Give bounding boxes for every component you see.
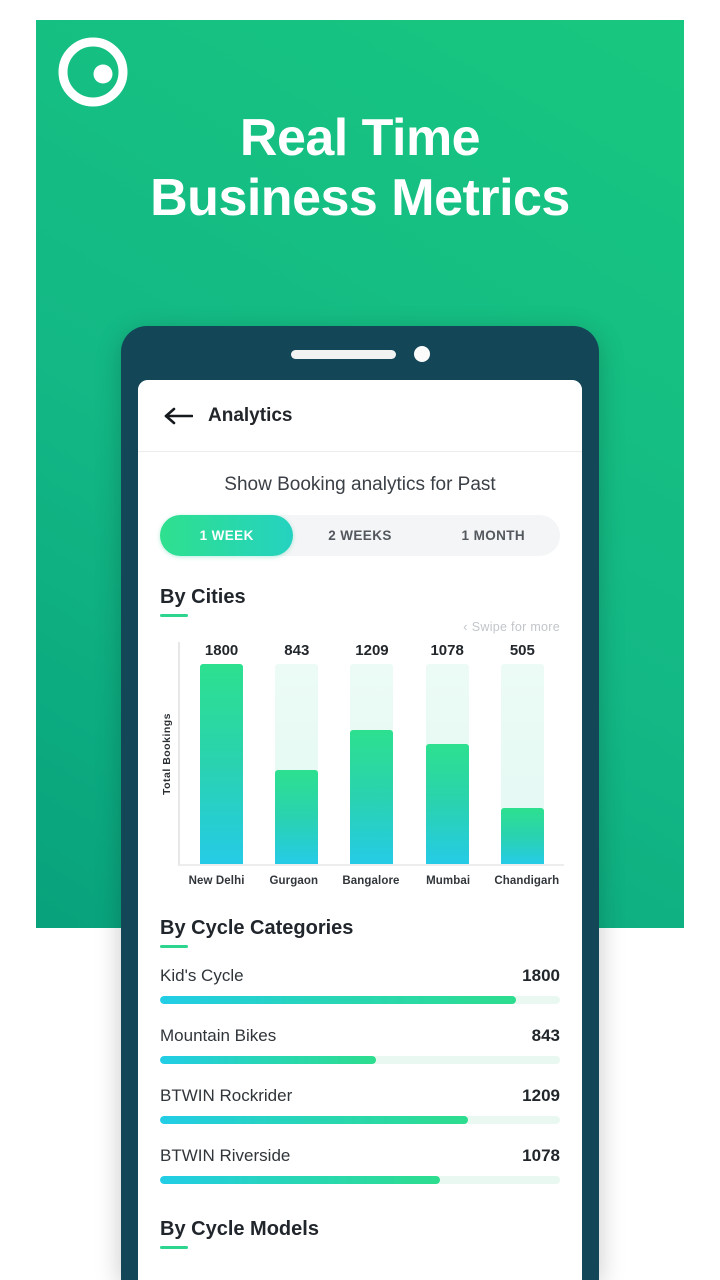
bar-track xyxy=(350,664,394,864)
section-title: By Cycle Models xyxy=(160,1218,319,1240)
filter-prompt: Show Booking analytics for Past xyxy=(224,474,496,495)
category-name: Kid's Cycle xyxy=(160,966,244,985)
chevron-left-icon: ‹ xyxy=(463,620,468,634)
phone-mockup: Analytics Show Booking analytics for Pas… xyxy=(121,326,599,1280)
swipe-hint-label: Swipe for more xyxy=(471,620,560,634)
section-underline xyxy=(160,1246,188,1249)
bar-fill xyxy=(275,770,319,864)
bar-value-label: 843 xyxy=(284,642,310,659)
progress-fill xyxy=(160,1056,376,1064)
tab-2-weeks[interactable]: 2 WEEKS xyxy=(293,515,426,556)
speaker-grill-icon xyxy=(291,350,396,359)
x-axis-tick: Bangalore xyxy=(342,875,400,887)
y-axis-label-text: Total Bookings xyxy=(161,712,173,796)
bar-track xyxy=(200,664,244,864)
list-item[interactable]: BTWIN Riverside 1078 xyxy=(160,1146,560,1184)
section-underline xyxy=(160,614,188,617)
bar-column[interactable]: 843 xyxy=(271,642,323,864)
period-segmented-control[interactable]: 1 WEEK 2 WEEKS 1 MONTH xyxy=(160,515,560,556)
front-camera-icon xyxy=(414,346,430,362)
progress-fill xyxy=(160,1176,440,1184)
tab-1-week[interactable]: 1 WEEK xyxy=(160,515,294,556)
bar-track xyxy=(275,664,319,864)
list-item[interactable]: BTWIN Rockrider 1209 xyxy=(160,1086,560,1124)
category-name: BTWIN Rockrider xyxy=(160,1086,293,1105)
bar-column[interactable]: 1078 xyxy=(421,642,473,864)
progress-fill xyxy=(160,996,516,1004)
section-header-by-cycle-categories: By Cycle Categories xyxy=(160,917,353,948)
section-header-by-cycle-models: By Cycle Models xyxy=(160,1218,319,1249)
cities-bar-chart: Total Bookings 1800 843 1209 1078 505 xyxy=(138,642,582,866)
bar-fill xyxy=(350,729,394,864)
list-item-header: Kid's Cycle 1800 xyxy=(160,966,560,986)
bar-track xyxy=(500,664,544,864)
progress-fill xyxy=(160,1116,468,1124)
filter-block: Show Booking analytics for Past 1 WEEK 2… xyxy=(138,452,582,556)
bar-track xyxy=(425,664,469,864)
bar-fill xyxy=(425,744,469,864)
x-axis-tick: Chandigarh xyxy=(494,875,560,887)
list-item-header: Mountain Bikes 843 xyxy=(160,1026,560,1046)
category-value: 1078 xyxy=(522,1146,560,1165)
app-bar: Analytics xyxy=(138,380,582,452)
list-item[interactable]: Mountain Bikes 843 xyxy=(160,1026,560,1064)
section-title: By Cycle Categories xyxy=(160,917,354,939)
category-name: BTWIN Riverside xyxy=(160,1146,291,1165)
section-underline xyxy=(160,945,188,948)
bar-column[interactable]: 1800 xyxy=(196,642,248,864)
page-title: Analytics xyxy=(208,404,293,426)
phone-screen: Analytics Show Booking analytics for Pas… xyxy=(138,380,582,1280)
y-axis-label: Total Bookings xyxy=(156,642,178,866)
section-header-by-cities: By Cities xyxy=(160,586,246,617)
chart-plot-area: 1800 843 1209 1078 505 xyxy=(178,642,564,866)
list-item-header: BTWIN Rockrider 1209 xyxy=(160,1086,560,1106)
page-title: Real Time Business Metrics xyxy=(36,108,684,228)
list-item[interactable]: Kid's Cycle 1800 xyxy=(160,966,560,1004)
bar-value-label: 1209 xyxy=(355,642,389,659)
bar-fill xyxy=(500,807,544,864)
progress-track xyxy=(160,1056,560,1064)
bar-value-label: 1800 xyxy=(204,642,239,659)
x-axis-tick: Gurgaon xyxy=(269,875,319,887)
swipe-for-more-hint[interactable]: ‹ Swipe for more xyxy=(138,620,560,634)
progress-track xyxy=(160,1116,560,1124)
x-axis-tick: Mumbai xyxy=(426,875,471,887)
x-axis-tick: New Delhi xyxy=(188,875,245,887)
back-arrow-icon[interactable] xyxy=(163,407,194,425)
category-value: 1209 xyxy=(522,1086,560,1105)
progress-track xyxy=(160,1176,560,1184)
circle-dot-logo-icon xyxy=(56,35,130,109)
bar-fill xyxy=(200,664,244,864)
headline-line-1: Real Time xyxy=(239,109,481,167)
category-value: 843 xyxy=(531,1026,560,1045)
progress-track xyxy=(160,996,560,1004)
bar-column[interactable]: 1209 xyxy=(346,642,398,864)
tab-1-month[interactable]: 1 MONTH xyxy=(427,515,560,556)
category-value: 1800 xyxy=(522,966,560,985)
x-axis-labels: New Delhi Gurgaon Bangalore Mumbai Chand… xyxy=(178,875,564,887)
bar-value-label: 1078 xyxy=(430,642,464,659)
list-item-header: BTWIN Riverside 1078 xyxy=(160,1146,560,1166)
bar-column[interactable]: 505 xyxy=(496,642,548,864)
category-list: Kid's Cycle 1800 Mountain Bikes 843 BTWI… xyxy=(138,966,582,1184)
bar-value-label: 505 xyxy=(509,642,535,659)
category-name: Mountain Bikes xyxy=(160,1026,277,1045)
headline-line-2: Business Metrics xyxy=(150,169,570,227)
section-title: By Cities xyxy=(160,586,246,608)
